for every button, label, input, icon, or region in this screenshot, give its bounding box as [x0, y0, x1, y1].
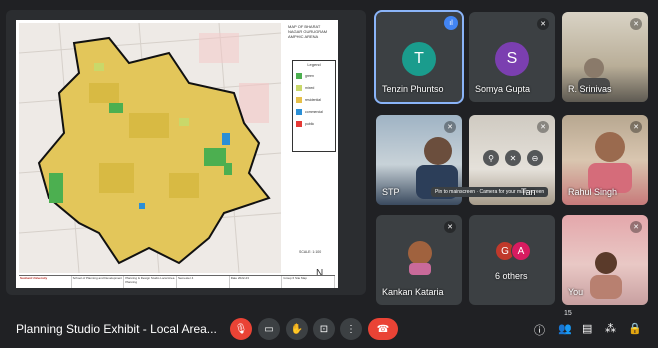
mic-off-icon: ✕ [537, 121, 549, 133]
participant-tile[interactable]: ✕ Kankan Kataria [376, 215, 462, 305]
title-block-cell: School of Planning and Development [72, 276, 125, 288]
title-block-cell: Planning & Design Studio Local Area Plan… [124, 276, 178, 288]
legend-item: public [296, 121, 335, 127]
participant-count-badge: 15 [564, 310, 572, 317]
end-call-icon: ☎ [376, 323, 390, 335]
person-silhouette-icon [590, 252, 622, 299]
participant-name: Somya Gupta [475, 84, 531, 94]
chat-icon: ▤ [582, 323, 593, 335]
raise-hand-button[interactable]: ✋ [286, 318, 308, 340]
camera-button[interactable]: ▭ [258, 318, 280, 340]
mic-off-button[interactable]: 🎙 [230, 318, 252, 340]
host-controls-button[interactable]: 🔒 [628, 322, 642, 335]
avatar: T [402, 42, 436, 76]
lock-icon: 🔒 [628, 323, 642, 335]
participant-tile[interactable]: ✕ S Somya Gupta [469, 12, 555, 102]
meeting-info-button[interactable]: ⓘ [534, 322, 545, 338]
tile-hover-controls: ⚲ ✕ ⊖ [483, 150, 543, 166]
legend-item: green [296, 73, 335, 79]
chat-button[interactable]: ▤ [582, 322, 592, 335]
scale-label: SCALE: 1:100 [299, 250, 322, 254]
participant-tile[interactable]: ıl T Tenzin Phuntso [374, 10, 464, 104]
participant-name: STP [382, 187, 400, 197]
land-use-map [19, 23, 281, 273]
presentation-stage[interactable]: MAP OF BHARAT NAGAR GURUGRAM AMPHIC AREN… [6, 10, 366, 295]
avatar: A [511, 241, 531, 261]
title-block: Sushant University School of Planning an… [19, 275, 336, 288]
participant-name: R. Srinivas [568, 84, 612, 94]
present-icon: ⊡ [319, 323, 329, 335]
participant-name: Rahul Singh [568, 187, 618, 197]
mic-off-icon: ✕ [630, 18, 642, 30]
info-icon: ⓘ [534, 325, 545, 337]
participant-name: 6 others [495, 271, 528, 281]
title-block-cell: Group 6 Site Map [282, 276, 336, 288]
others-avatar-group: G A [495, 241, 531, 261]
participant-name: Tenzin Phuntso [382, 84, 444, 94]
mic-off-icon: ✕ [444, 121, 456, 133]
title-block-cell: Semester 4 [177, 276, 230, 288]
more-vert-icon: ⋮ [346, 323, 356, 335]
participant-tile[interactable]: ✕ You [562, 215, 648, 305]
present-button[interactable]: ⊡ [313, 318, 335, 340]
meeting-title: Planning Studio Exhibit - Local Area... [16, 322, 217, 336]
more-options-button[interactable]: ⋮ [340, 318, 362, 340]
legend-swatch [296, 121, 302, 127]
legend-swatch [296, 97, 302, 103]
legend-item: mixed [296, 85, 335, 91]
activities-icon: ⁂ [605, 323, 616, 335]
speaking-indicator-icon: ıl [444, 16, 458, 30]
legend-swatch [296, 85, 302, 91]
people-icon: 👥 [558, 323, 572, 335]
participant-tile[interactable]: ✕ Rahul Singh [562, 115, 648, 205]
legend-swatch [296, 73, 302, 79]
legend-item: residential [296, 97, 335, 103]
pin-icon[interactable]: ⚲ [483, 150, 499, 166]
legend-swatch [296, 109, 302, 115]
legend-label: green [305, 74, 314, 78]
hand-icon: ✋ [290, 323, 304, 335]
legend-title: Legend [307, 62, 321, 67]
mic-off-icon: ✕ [630, 221, 642, 233]
participant-tile[interactable]: G A 6 others [469, 215, 555, 305]
mic-off-icon: 🎙 [234, 323, 248, 335]
avatar: S [495, 42, 529, 76]
shared-slide: MAP OF BHARAT NAGAR GURUGRAM AMPHIC AREN… [16, 20, 338, 288]
camera-icon: ▭ [264, 323, 274, 335]
remove-icon[interactable]: ⊖ [527, 150, 543, 166]
legend-label: commercial [305, 110, 323, 114]
mute-icon[interactable]: ✕ [505, 150, 521, 166]
map-title: MAP OF BHARAT NAGAR GURUGRAM AMPHIC AREN… [288, 24, 328, 39]
legend-item: commercial [296, 109, 335, 115]
mic-off-icon: ✕ [630, 121, 642, 133]
mic-off-icon: ✕ [444, 221, 456, 233]
legend-label: residential [305, 98, 321, 102]
title-block-cell: Date 2022-23 [230, 276, 283, 288]
map-legend: Legend green mixed residential commercia… [292, 60, 336, 152]
legend-label: mixed [305, 86, 315, 90]
participant-photo-avatar [408, 241, 432, 275]
legend-label: public [305, 122, 315, 126]
participant-name: You [568, 287, 584, 297]
leave-call-button[interactable]: ☎ [368, 318, 398, 340]
mic-off-icon: ✕ [537, 18, 549, 30]
university-logo: Sushant University [19, 276, 72, 288]
participant-tile[interactable]: ✕ R. Srinivas [562, 12, 648, 102]
people-button[interactable]: 👥 [558, 322, 572, 335]
activities-button[interactable]: ⁂ [605, 322, 616, 335]
meeting-control-bar: Planning Studio Exhibit - Local Area... … [0, 310, 658, 348]
participant-name: Tan [521, 187, 536, 197]
person-silhouette-icon [588, 132, 632, 193]
map-drawing [19, 23, 281, 273]
participant-name: Kankan Kataria [382, 287, 444, 297]
participant-tile[interactable]: ✕ ⚲ ✕ ⊖ Pin to mainscreen · Camera for y… [431, 115, 555, 205]
